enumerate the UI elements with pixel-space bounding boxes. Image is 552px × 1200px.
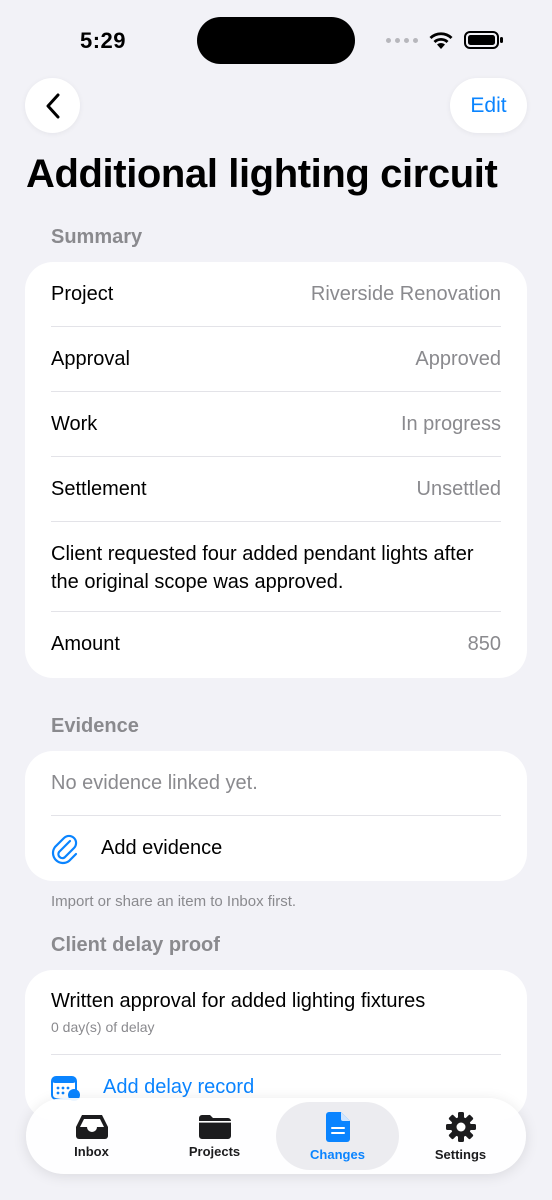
tab-bar: Inbox Projects Changes Settings (26, 1098, 526, 1174)
tab-projects-label: Projects (188, 1143, 241, 1159)
delay-proof-item[interactable]: Written approval for added lighting fixt… (51, 970, 527, 1055)
add-evidence-content: Add evidence (51, 833, 222, 865)
tab-changes-label: Changes (310, 1146, 365, 1162)
approval-value: Approved (415, 348, 501, 370)
inbox-tray-icon (75, 1114, 108, 1139)
evidence-empty-text: No evidence linked yet. (51, 772, 258, 794)
amount-value: 850 (467, 633, 501, 655)
wifi-icon (429, 31, 453, 49)
approval-label: Approval (51, 348, 130, 370)
tab-changes[interactable]: Changes (276, 1102, 399, 1170)
change-description: Client requested four added pendant ligh… (51, 522, 527, 612)
edit-button[interactable]: Edit (450, 78, 527, 133)
folder-icon (198, 1114, 231, 1139)
add-evidence-label: Add evidence (101, 837, 223, 859)
settlement-label: Settlement (51, 478, 147, 500)
delay-proof-title: Written approval for added lighting fixt… (51, 990, 426, 1012)
add-delay-record-label: Add delay record (103, 1076, 255, 1098)
amount-row: Amount 850 (51, 612, 527, 677)
gear-icon (445, 1111, 476, 1142)
work-row: Work In progress (51, 392, 527, 457)
summary-card: Project Riverside Renovation Approval Ap… (25, 262, 527, 678)
delay-proof-header: Client delay proof (51, 934, 220, 956)
tab-settings[interactable]: Settings (399, 1102, 522, 1170)
paperclip-icon (51, 834, 78, 864)
status-time: 5:29 (80, 28, 127, 53)
evidence-header: Evidence (51, 715, 139, 737)
work-value: In progress (400, 413, 501, 435)
project-label: Project (51, 283, 114, 305)
evidence-footer-note: Import or share an item to Inbox first. (51, 893, 297, 910)
project-row: Project Riverside Renovation (51, 262, 527, 327)
cellular-signal-icon (386, 37, 418, 43)
add-evidence-button[interactable]: Add evidence (51, 816, 527, 881)
dynamic-island (197, 17, 355, 64)
tab-settings-label: Settings (434, 1146, 487, 1162)
evidence-card: No evidence linked yet. Add evidence (25, 751, 527, 881)
evidence-empty-row: No evidence linked yet. (51, 751, 527, 816)
project-value: Riverside Renovation (310, 283, 501, 305)
settlement-row: Settlement Unsettled (51, 457, 527, 522)
work-label: Work (51, 413, 98, 435)
tab-inbox[interactable]: Inbox (30, 1102, 153, 1170)
battery-icon (464, 31, 503, 49)
delay-proof-subtitle: 0 day(s) of delay (51, 1019, 155, 1035)
status-bar: 5:29 (0, 0, 552, 80)
screen: 5:29 Edit Additional lighting circuit Su… (0, 0, 552, 1200)
tab-inbox-label: Inbox (74, 1143, 109, 1159)
settlement-value: Unsettled (416, 478, 502, 500)
approval-row: Approval Approved (51, 327, 527, 392)
chevron-left-icon (46, 93, 59, 118)
status-indicators (386, 30, 504, 50)
page-title: Additional lighting circuit (26, 152, 498, 196)
document-icon (325, 1111, 350, 1142)
tab-projects[interactable]: Projects (153, 1102, 276, 1170)
back-button[interactable] (25, 78, 80, 133)
amount-label: Amount (51, 633, 120, 655)
summary-header: Summary (51, 226, 143, 248)
